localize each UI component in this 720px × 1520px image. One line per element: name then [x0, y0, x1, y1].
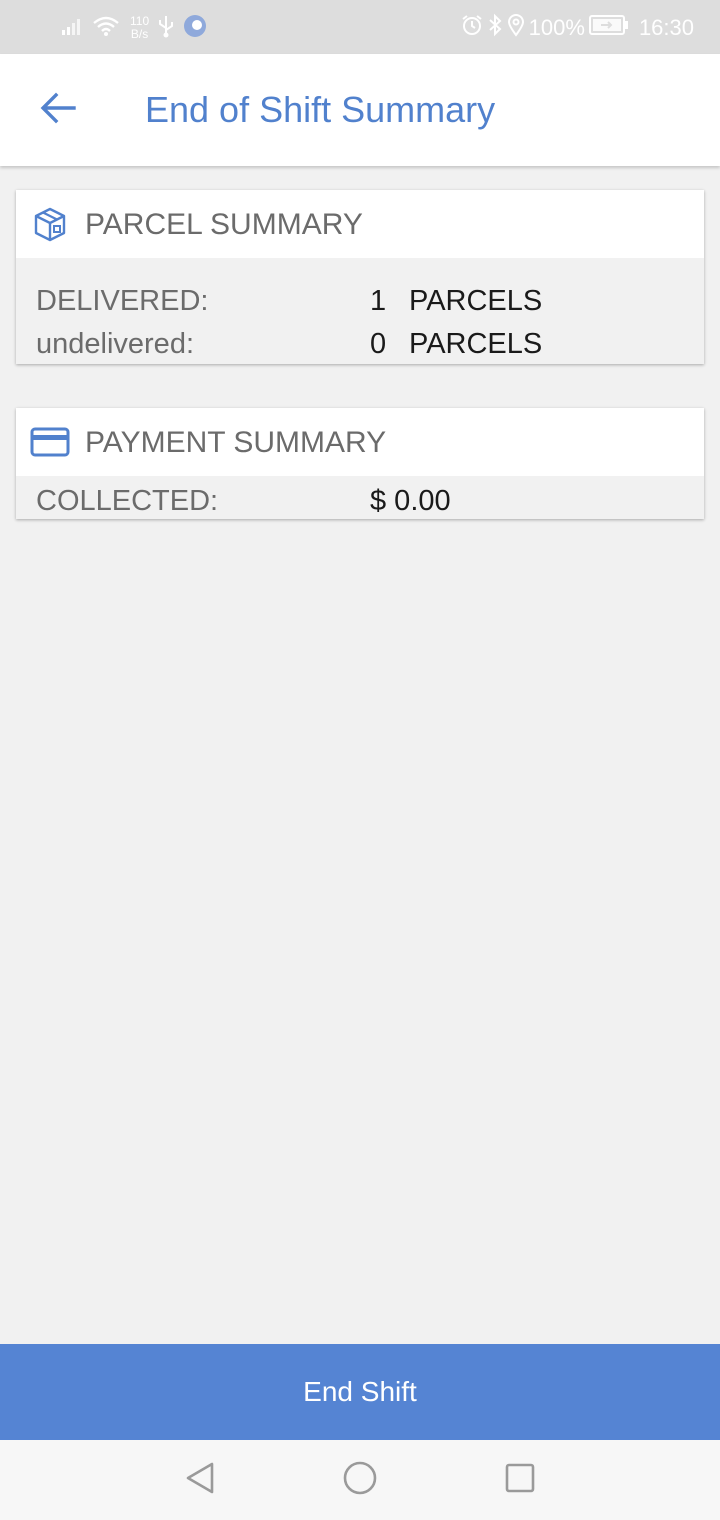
- signal-icon: [60, 16, 84, 41]
- delivered-label: DELIVERED:: [36, 285, 209, 317]
- end-shift-button[interactable]: End Shift: [0, 1344, 720, 1440]
- collected-amount: $ 0.00: [370, 485, 451, 517]
- undelivered-unit: PARCELS: [409, 328, 543, 360]
- net-speed-unit: B/s: [130, 27, 149, 41]
- back-button[interactable]: [30, 82, 86, 138]
- screen: 110 B/s 100% 16:30 End of Shift Summary …: [0, 0, 720, 1520]
- app-notification-icon: [183, 14, 207, 43]
- parcel-summary-header: PARCEL SUMMARY: [16, 190, 704, 258]
- battery-icon: [588, 14, 629, 42]
- nav-recents-button[interactable]: [500, 1460, 540, 1500]
- credit-card-icon: [30, 424, 70, 460]
- wifi-icon: [92, 15, 120, 42]
- payment-summary-title: PAYMENT SUMMARY: [85, 426, 387, 459]
- triangle-back-icon: [182, 1460, 218, 1501]
- delivered-count: 1: [370, 285, 387, 317]
- collected-label: COLLECTED:: [36, 485, 219, 517]
- undelivered-count: 0: [370, 328, 387, 360]
- bluetooth-icon: [487, 13, 503, 43]
- parcel-summary-card: PARCEL SUMMARY DELIVERED: 1 PARCELS unde…: [16, 190, 704, 364]
- location-icon: [507, 13, 525, 43]
- undelivered-label: undelivered:: [36, 328, 194, 360]
- status-left: 110 B/s: [60, 12, 207, 44]
- battery-percent: 100%: [528, 15, 585, 40]
- alarm-icon: [461, 14, 483, 42]
- net-speed: 110 B/s: [130, 15, 149, 41]
- status-bar: 110 B/s 100% 16:30: [0, 0, 720, 54]
- package-icon: [30, 206, 70, 242]
- undelivered-row: undelivered: 0 PARCELS: [16, 323, 704, 366]
- nav-home-button[interactable]: [340, 1460, 380, 1500]
- parcel-summary-title: PARCEL SUMMARY: [85, 208, 363, 241]
- usb-icon: [157, 14, 175, 43]
- arrow-left-icon: [38, 88, 78, 133]
- square-recents-icon: [502, 1460, 538, 1501]
- clock: 16:30: [638, 15, 694, 40]
- status-right: 100% 16:30: [461, 12, 694, 44]
- nav-back-button[interactable]: [180, 1460, 220, 1500]
- system-nav-bar: [0, 1440, 720, 1520]
- page-title: End of Shift Summary: [145, 89, 496, 130]
- payment-summary-card: PAYMENT SUMMARY COLLECTED: $ 0.00: [16, 408, 704, 519]
- payment-summary-header: PAYMENT SUMMARY: [16, 408, 704, 476]
- collected-row: COLLECTED: $ 0.00: [16, 480, 704, 523]
- delivered-unit: PARCELS: [409, 285, 543, 317]
- app-bar: End of Shift Summary: [0, 54, 720, 166]
- delivered-row: DELIVERED: 1 PARCELS: [16, 280, 704, 323]
- circle-home-icon: [342, 1460, 378, 1501]
